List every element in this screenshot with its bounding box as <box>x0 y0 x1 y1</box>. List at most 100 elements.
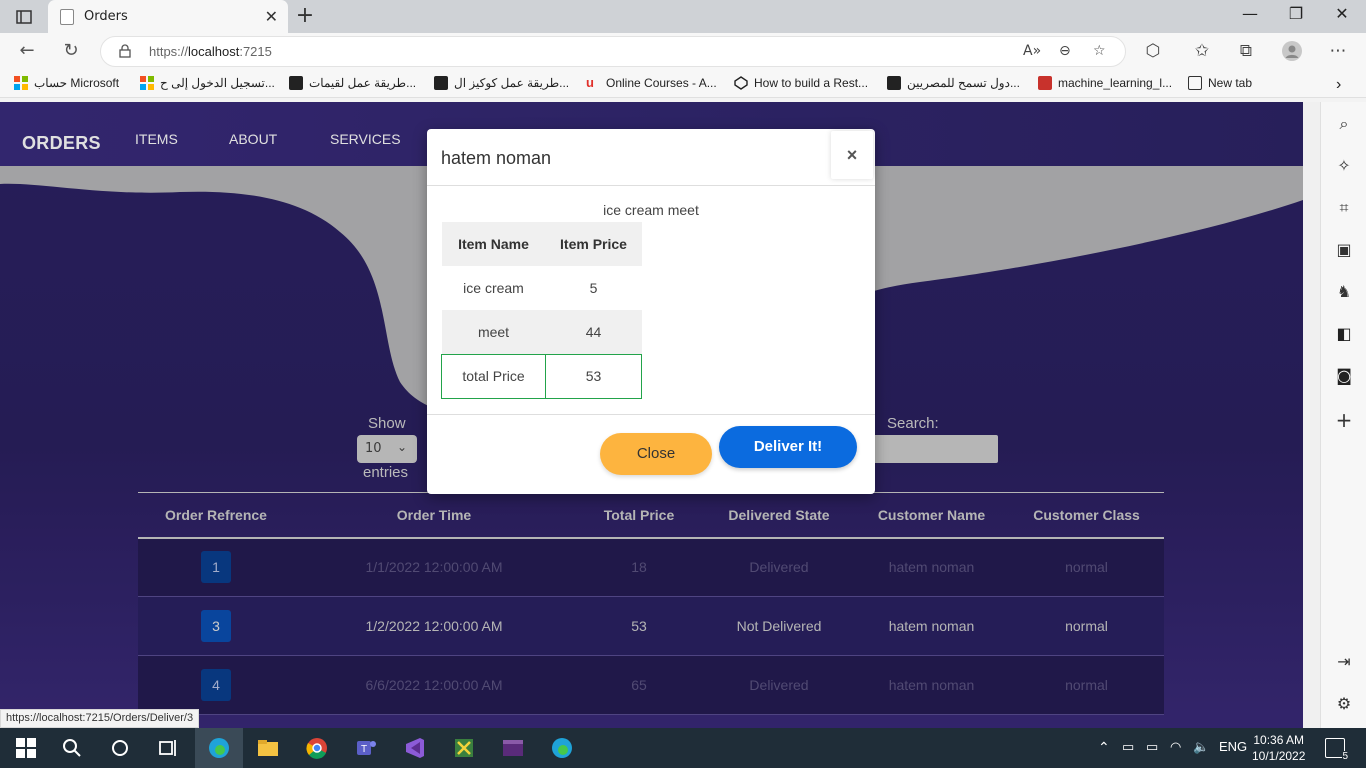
close-button[interactable]: Close <box>600 433 712 475</box>
more-menu-icon[interactable]: ⋯ <box>1325 41 1351 61</box>
browser-tab-bar: Orders ✕ + — ❐ ✕ <box>0 0 1366 33</box>
terminal-icon[interactable] <box>501 736 525 760</box>
sidebar-tag-icon[interactable]: ⌗ <box>1332 198 1356 222</box>
modal-footer-divider <box>427 414 875 415</box>
bookmark-item[interactable]: دول تسمح للمصريين... <box>887 76 1020 90</box>
sidebar-sparkle-icon[interactable]: ✧ <box>1332 156 1356 180</box>
taskbar-search-icon[interactable] <box>60 736 84 760</box>
bookmark-label: Online Courses - A... <box>606 76 717 90</box>
sidebar-outlook-icon[interactable]: ◙ <box>1332 366 1356 390</box>
item-name-cell: meet <box>441 310 546 354</box>
sidebar-games-icon[interactable]: ♞ <box>1332 282 1356 306</box>
sidebar-add-icon[interactable]: + <box>1332 408 1356 432</box>
bookmark-item[interactable]: حساب Microsoft <box>14 76 119 90</box>
edge-dev-icon[interactable] <box>550 736 574 760</box>
modal-title: hatem noman <box>441 148 552 168</box>
bookmark-item[interactable]: machine_learning_l... <box>1038 76 1172 90</box>
bookmark-item[interactable]: طريقة عمل كوكيز ال... <box>434 76 569 90</box>
url-text: https://localhost:7215 <box>149 44 272 59</box>
codepen-icon <box>734 76 748 90</box>
microsoft-logo-icon <box>140 76 154 90</box>
modal-close-icon[interactable]: × <box>831 131 873 179</box>
profile-avatar-icon[interactable] <box>1279 41 1305 66</box>
tab-close-icon[interactable]: ✕ <box>265 7 278 26</box>
teams-icon[interactable]: T <box>354 736 378 760</box>
system-clock[interactable]: 10:36 AM 10/1/2022 <box>1252 732 1305 764</box>
tab-actions-icon[interactable] <box>8 6 40 28</box>
pdf-icon <box>1038 76 1052 90</box>
refresh-icon[interactable]: ↻ <box>58 40 84 64</box>
add-favorite-icon[interactable]: ☆ <box>1093 43 1106 59</box>
bookmark-label: machine_learning_l... <box>1058 76 1173 90</box>
sidebar-search-icon[interactable]: ⌕ <box>1332 114 1356 138</box>
item-row: meet 44 <box>441 310 642 354</box>
notification-center-icon[interactable]: 5 <box>1325 738 1348 762</box>
favorites-icon[interactable]: ✩ <box>1189 41 1215 61</box>
bookmark-label: تسجيل الدخول إلى ح... <box>160 76 275 90</box>
web-page: ORDERS ITEMS ABOUT SERVICES Show 10 ⌄ en… <box>0 102 1303 728</box>
clock-time: 10:36 AM <box>1253 733 1305 747</box>
read-aloud-icon[interactable]: A» <box>1023 43 1041 59</box>
battery-icon[interactable]: ▭ <box>1146 739 1158 755</box>
language-indicator[interactable]: ENG <box>1219 739 1247 754</box>
tray-chevron-up-icon[interactable]: ⌃ <box>1098 739 1110 756</box>
item-name-header: Item Name <box>441 222 546 266</box>
page-scrollbar[interactable] <box>1303 102 1320 728</box>
tray-webcam-icon[interactable]: ▭ <box>1122 739 1134 755</box>
volume-icon[interactable]: 🔈 <box>1193 739 1209 755</box>
item-name-cell: ice cream <box>441 266 546 310</box>
item-price-cell: 44 <box>545 310 642 354</box>
wifi-icon[interactable]: ◠ <box>1170 739 1181 755</box>
bookmark-item[interactable]: How to build a Rest... <box>734 76 868 90</box>
sidebar-collapse-icon[interactable]: ⇥ <box>1332 652 1356 676</box>
restore-icon[interactable]: ❐ <box>1276 4 1316 23</box>
bookmark-item[interactable]: تسجيل الدخول إلى ح... <box>140 76 275 90</box>
sql-tools-icon[interactable] <box>452 736 476 760</box>
items-caption: ice cream meet <box>603 202 699 218</box>
edge-sidebar: ⌕ ✧ ⌗ ▣ ♞ ◧ ◙ + ⇥ ⚙ <box>1320 102 1366 728</box>
bookmark-label: How to build a Rest... <box>754 76 869 90</box>
windows-start-icon[interactable] <box>14 736 38 760</box>
new-tab-icon <box>1188 76 1202 90</box>
sidebar-settings-gear-icon[interactable]: ⚙ <box>1332 694 1356 718</box>
bookmark-item[interactable]: طريقة عمل لقيمات... <box>289 76 416 90</box>
total-label-cell: total Price <box>441 353 546 399</box>
new-tab-button[interactable]: + <box>292 3 318 28</box>
file-explorer-icon[interactable] <box>256 736 280 760</box>
back-arrow-icon[interactable]: ← <box>14 40 40 64</box>
sidebar-toolbox-icon[interactable]: ▣ <box>1332 240 1356 264</box>
bookmark-label: دول تسمح للمصريين... <box>907 76 1020 90</box>
bookmark-item[interactable]: New tab <box>1188 76 1252 90</box>
bookmark-label: حساب Microsoft <box>34 76 120 90</box>
favorites-bar: حساب Microsoft تسجيل الدخول إلى ح... طري… <box>0 70 1366 98</box>
lock-icon <box>119 44 131 58</box>
bookmark-label: طريقة عمل كوكيز ال... <box>454 76 570 90</box>
udemy-icon: u <box>586 75 594 90</box>
zoom-icon[interactable]: ⊖ <box>1059 43 1071 59</box>
cortana-icon[interactable] <box>108 736 132 760</box>
page-favicon-icon <box>60 9 74 25</box>
bookmark-item[interactable]: u Online Courses - A... <box>586 75 717 91</box>
item-price-cell: 5 <box>545 266 642 310</box>
chrome-icon[interactable] <box>305 736 329 760</box>
address-bar[interactable]: https://localhost:7215 A» ⊖ ☆ <box>100 36 1126 67</box>
notification-count: 5 <box>1342 751 1348 762</box>
task-view-icon[interactable] <box>156 736 180 760</box>
window-close-icon[interactable]: ✕ <box>1322 4 1362 23</box>
extensions-icon[interactable]: ⬡ <box>1140 41 1166 61</box>
total-row: total Price 53 <box>441 353 642 399</box>
microsoft-logo-icon <box>14 76 28 90</box>
visual-studio-icon[interactable] <box>403 736 427 760</box>
collections-icon[interactable]: ⧉ <box>1233 41 1259 61</box>
browser-tab-orders[interactable]: Orders ✕ <box>48 0 288 33</box>
windows-taskbar: T ⌃ ▭ ▭ ◠ 🔈 ENG 10:36 AM 10/1/2022 5 <box>0 728 1366 768</box>
sidebar-office-icon[interactable]: ◧ <box>1332 324 1356 348</box>
more-bookmarks-chevron-icon[interactable]: › <box>1336 76 1341 94</box>
item-row: ice cream 5 <box>441 266 642 310</box>
deliver-button[interactable]: Deliver It! <box>719 426 857 468</box>
edge-browser-icon[interactable] <box>207 736 231 760</box>
bookmark-label: New tab <box>1208 76 1253 90</box>
modal-header: hatem noman × <box>427 129 875 186</box>
minimize-icon[interactable]: — <box>1230 4 1270 23</box>
status-link-url: https://localhost:7215/Orders/Deliver/3 <box>0 709 200 728</box>
